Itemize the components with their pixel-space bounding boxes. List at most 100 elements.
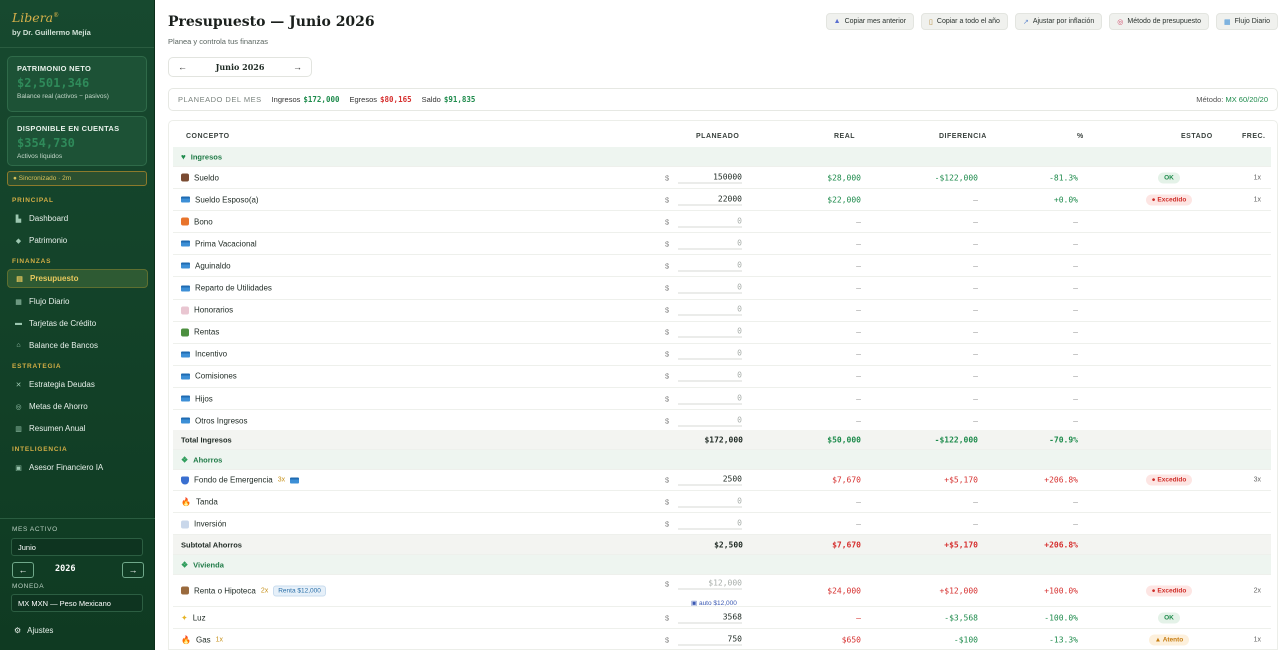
table-row[interactable]: Prima Vacacional $ 0 — — — (173, 233, 1271, 256)
table-row[interactable]: ✦ Luz $ 3568 — -$3,568 -100.0% OK (173, 607, 1271, 629)
year-next-button[interactable]: → (122, 562, 144, 578)
budget-table: CONCEPTO PLANEADO REAL DIFERENCIA % ESTA… (168, 120, 1278, 650)
group-label: ♥ Ingresos (181, 152, 222, 161)
planned-input[interactable]: 0 (678, 415, 742, 427)
table-row[interactable]: Hijos $ 0 — — — (173, 388, 1271, 410)
col-real: REAL (834, 133, 856, 140)
concept-cell: Inversión (181, 520, 226, 529)
status-badge: ▲ Atento (1148, 634, 1190, 645)
group-title: Ingresos (190, 152, 223, 161)
planned-input[interactable]: 0 (678, 519, 742, 530)
sidebar-item-dashboard[interactable]: ▙ Dashboard (7, 209, 148, 228)
group-income[interactable]: ♥ Ingresos (173, 147, 1271, 167)
table-row[interactable]: Incentivo $ 0 — — — (173, 344, 1271, 366)
table-row[interactable]: Otros Ingresos $ 0 — — — (173, 410, 1271, 433)
concept-label: Rentas (194, 327, 220, 337)
sidebar-item-presupuesto[interactable]: ▤ Presupuesto (7, 269, 148, 288)
sidebar-item-flujo-diario[interactable]: ▦ Flujo Diario (7, 292, 148, 311)
summary-income-label: Ingresos (271, 95, 301, 104)
sidebar-item-tarjetas[interactable]: ▬ Tarjetas de Crédito (7, 314, 148, 333)
table-row[interactable]: Reparto de Utilidades $ 0 — — — (173, 278, 1271, 300)
currency-select[interactable]: MX MXN — Peso Mexicano (11, 594, 143, 612)
table-row[interactable]: Comisiones $ 0 — — — (173, 366, 1271, 388)
status-badge: OK (1158, 172, 1180, 183)
table-row[interactable]: Sueldo $ 150000 $28,000 -$122,000 -81.3%… (173, 167, 1271, 189)
planned-input[interactable]: 0 (678, 393, 742, 404)
shield-icon (181, 476, 189, 484)
adjust-inflation-button[interactable]: ↗ Ajustar por inflación (1014, 13, 1103, 30)
table-row[interactable]: Renta o Hipoteca 2x Renta $12,000 $ $12,00… (173, 575, 1271, 607)
table-row[interactable]: 🔥 Gas 1x $ 750 $650 -$100 -13.3% ▲ Atento … (173, 629, 1271, 649)
linked-card-tag[interactable]: Renta $12,000 (273, 585, 326, 596)
concept-label: Aguinaldo (195, 261, 231, 271)
table-row[interactable]: Rentas $ 0 — — — (173, 322, 1271, 344)
planned-input[interactable]: 150000 (678, 172, 742, 183)
planned-input[interactable]: 0 (678, 216, 742, 228)
lightbulb-icon: ✦ (181, 613, 188, 622)
planned-input[interactable]: 0 (678, 283, 742, 294)
brand: Libera® by Dr. Guillermo Mejía (0, 0, 154, 48)
active-month-select[interactable]: Junio (11, 538, 143, 556)
credit-card-icon (181, 196, 190, 203)
table-row[interactable]: Bono $ 0 — — — (173, 211, 1271, 234)
group-housing[interactable]: ❖ Vivienda (173, 555, 1271, 575)
sidebar: Libera® by Dr. Guillermo Mejía PATRIMONI… (0, 0, 155, 650)
frequency-tag: 3x (277, 476, 286, 484)
copy-all-year-button[interactable]: ▯ Copiar a todo el año (921, 13, 1008, 30)
status-badge: ● Excedido (1145, 194, 1193, 206)
real-value: $24,000 (827, 586, 861, 595)
copy-previous-month-button[interactable]: ▲ Copiar mes anterior (825, 13, 915, 30)
sidebar-item-asesor-ia[interactable]: ▣ Asesor Financiero IA (7, 458, 148, 477)
button-label: Copiar mes anterior (844, 18, 907, 25)
nav-section-inteligencia: INTELIGENCIA (12, 446, 68, 453)
planned-input[interactable]: 2500 (678, 475, 742, 486)
summary-balance-value: $91,835 (443, 95, 476, 104)
current-month-label: Junio 2026 (215, 62, 265, 72)
planned-input[interactable]: $12,000 (678, 579, 742, 590)
real-value: $7,670 (832, 475, 861, 485)
sidebar-item-balance-bancos[interactable]: ⌂ Balance de Bancos (7, 336, 148, 355)
total-diff: +$5,170 (944, 540, 978, 549)
planned-input[interactable]: 0 (678, 238, 742, 250)
year-prev-button[interactable]: ← (12, 562, 34, 578)
currency-symbol: $ (665, 261, 670, 271)
group-savings[interactable]: ❖ Ahorros (173, 450, 1271, 470)
planned-input[interactable]: 0 (678, 305, 742, 316)
planned-input[interactable]: 0 (678, 349, 742, 360)
planned-input[interactable]: 0 (678, 260, 742, 272)
planned-input[interactable]: 0 (678, 327, 742, 338)
col-planned: PLANEADO (696, 133, 740, 140)
sidebar-item-resumen-anual[interactable]: ▥ Resumen Anual (7, 419, 148, 438)
table-row[interactable]: Sueldo Esposo(a) $ 22000 $22,000 — +0.0%… (173, 189, 1271, 212)
currency-label: MONEDA (12, 583, 45, 590)
planned-input[interactable]: 22000 (678, 194, 742, 206)
auto-value-note: ▣ auto $12,000 (691, 600, 737, 607)
settings-link[interactable]: ⚙ Ajustes (14, 626, 53, 635)
table-row[interactable]: Honorarios $ 0 — — — (173, 300, 1271, 322)
table-row[interactable]: Aguinaldo $ 0 — — — (173, 255, 1271, 278)
budget-method[interactable]: Método: MX 60/20/20 (1196, 95, 1268, 104)
available-value: $354,730 (17, 136, 75, 150)
page-title: Presupuesto — Junio 2026 (168, 14, 375, 30)
table-row[interactable]: Inversión $ 0 — — — (173, 514, 1271, 535)
real-value: — (856, 519, 861, 529)
percent-value: — (1073, 261, 1078, 271)
planned-input[interactable]: 0 (678, 371, 742, 382)
next-month-button[interactable]: → (293, 62, 302, 72)
planned-input[interactable]: 0 (678, 497, 742, 508)
daily-flow-button[interactable]: ▦ Flujo Diario (1215, 13, 1278, 30)
active-month-label: MES ACTIVO (12, 526, 58, 533)
real-value: — (856, 613, 861, 622)
brand-logo[interactable]: Libera® (12, 10, 142, 25)
sidebar-item-metas-ahorro[interactable]: ◎ Metas de Ahorro (7, 397, 148, 416)
table-row[interactable]: Fondo de Emergencia 3x $ 2500 $7,670 +$5,… (173, 470, 1271, 491)
planned-input[interactable]: 3568 (678, 612, 742, 623)
table-row[interactable]: 🔥 Tanda $ 0 — — — (173, 492, 1271, 513)
prev-month-button[interactable]: ← (178, 62, 187, 72)
status-text: Excedido (1157, 476, 1187, 484)
sidebar-item-patrimonio[interactable]: ◆ Patrimonio (7, 231, 148, 250)
sidebar-item-estrategia-deudas[interactable]: ✕ Estrategia Deudas (7, 375, 148, 394)
budget-method-button[interactable]: ◎ Método de presupuesto (1109, 13, 1209, 30)
net-worth-sub: Balance real (activos − pasivos) (17, 93, 109, 100)
planned-input[interactable]: 750 (678, 634, 742, 645)
